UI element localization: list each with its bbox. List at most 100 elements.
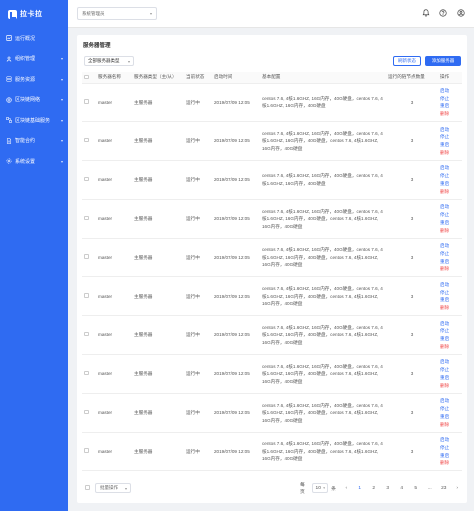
system-select[interactable]: 系统管理员 ▾ [77,7,157,20]
page-number[interactable]: 3 [383,483,393,493]
batch-operation-select[interactable]: 批量操作 ▾ [95,483,131,493]
row-checkbox[interactable] [84,293,89,298]
restart-button[interactable]: 重启 [440,258,460,266]
next-page-button[interactable]: › [453,483,462,493]
restart-button[interactable]: 重启 [440,141,460,149]
restart-button[interactable]: 重启 [440,374,460,382]
sidebar-item-org[interactable]: 组织管理 ▾ [0,49,68,70]
row-checkbox[interactable] [84,448,89,453]
page-number[interactable]: 4 [397,483,407,493]
server-name: master [96,276,132,317]
row-checkbox[interactable] [84,409,89,415]
server-type-filter[interactable]: 全部服务器类型 ▾ [84,56,134,66]
row-select-cell [82,238,96,278]
start-button[interactable]: 启动 [440,126,460,134]
prev-page-button[interactable]: ‹ [342,483,351,493]
contract-icon [6,137,12,144]
row-checkbox[interactable] [84,137,89,143]
stop-button[interactable]: 停止 [440,327,460,335]
page-number[interactable]: 2 [369,483,379,493]
row-checkbox[interactable] [84,176,89,182]
delete-button[interactable]: 删除 [440,421,460,429]
start-button[interactable]: 启动 [440,320,460,328]
node-count: 3 [386,393,438,433]
delete-button[interactable]: 删除 [440,265,460,273]
page-number[interactable]: 23 [439,483,449,493]
server-start-time: 2019/07/09 12:05 [212,315,260,356]
start-button[interactable]: 启动 [440,397,460,405]
user-icon[interactable] [456,8,466,18]
chevron-down-icon: ▾ [60,138,63,144]
settings-icon [6,158,12,164]
stop-button[interactable]: 停止 [440,211,460,219]
stop-button[interactable]: 停止 [440,405,460,413]
select-all-checkbox[interactable] [84,74,89,79]
row-actions: 启动 停止 重启 删除 [438,121,462,162]
server-name: master [96,238,132,278]
stop-button[interactable]: 停止 [440,172,460,180]
server-name: master [96,121,132,162]
row-checkbox[interactable] [84,215,89,221]
stop-button[interactable]: 停止 [440,444,460,452]
page-size-select[interactable]: 10 ▾ [311,483,329,493]
server-config: centos 7.6, 4核1.6GHZ, 16G内存，40G硬盘，centos… [260,160,386,200]
stop-button[interactable]: 停止 [440,366,460,374]
server-status: 运行中 [184,160,212,200]
stop-button[interactable]: 停止 [440,133,460,141]
server-status: 运行中 [184,238,212,278]
start-button[interactable]: 启动 [440,87,460,95]
add-server-button[interactable]: 添加服务器 [425,56,461,66]
node-count: 3 [386,199,438,239]
row-checkbox[interactable] [84,331,89,337]
start-button[interactable]: 启动 [440,358,460,366]
row-checkbox[interactable] [84,99,89,104]
sidebar-item-settings[interactable]: 系统设置 ▾ [0,151,68,172]
row-checkbox[interactable] [84,370,89,376]
stop-button[interactable]: 停止 [440,289,460,297]
chevron-down-icon: ▾ [124,486,127,491]
delete-button[interactable]: 删除 [440,382,460,390]
delete-button[interactable]: 删除 [440,343,460,351]
sidebar-item-network[interactable]: 区块链网络 ▾ [0,90,68,111]
sidebar-item-contract[interactable]: 智能合约 ▾ [0,131,68,152]
start-button[interactable]: 启动 [440,281,460,289]
page-number[interactable]: 5 [411,483,421,493]
delete-button[interactable]: 删除 [440,188,460,196]
restart-button[interactable]: 重启 [440,452,460,460]
restart-button[interactable]: 重启 [440,219,460,227]
restart-button[interactable]: 重启 [440,335,460,343]
delete-button[interactable]: 删除 [440,110,460,118]
server-status: 运行中 [184,432,212,472]
start-button[interactable]: 启动 [440,436,460,444]
sidebar-item-blockchain[interactable]: 区块链基础服务 ▾ [0,110,68,131]
stop-button[interactable]: 停止 [440,95,460,103]
restart-button[interactable]: 重启 [440,296,460,304]
org-icon [6,56,12,62]
sidebar-item-server[interactable]: 服务资源 ▾ [0,69,68,90]
footer-select-all-checkbox[interactable] [85,485,90,490]
help-icon[interactable] [438,8,448,18]
restart-button[interactable]: 重启 [440,413,460,421]
page-number[interactable]: 1 [355,483,365,493]
start-button[interactable]: 启动 [440,164,460,172]
refresh-status-button[interactable]: 刷新状态 [393,56,421,66]
server-name: master [96,315,132,356]
delete-button[interactable]: 删除 [440,227,460,235]
server-status: 运行中 [184,121,212,162]
restart-button[interactable]: 重启 [440,180,460,188]
server-config: centos 7.6, 4核1.6GHZ, 16G内存，40G硬盘，centos… [260,315,386,356]
delete-button[interactable]: 删除 [440,304,460,312]
delete-button[interactable]: 删除 [440,149,460,157]
server-status: 运行中 [184,393,212,433]
row-checkbox[interactable] [84,254,89,259]
sidebar-item-label: 运行概况 [15,35,36,42]
bell-icon[interactable] [421,8,431,18]
stop-button[interactable]: 停止 [440,250,460,258]
logo-icon [8,9,17,19]
server-start-time: 2019/07/09 12:05 [212,160,260,200]
start-button[interactable]: 启动 [440,203,460,211]
sidebar-item-dashboard[interactable]: 运行概况 [0,28,68,49]
start-button[interactable]: 启动 [440,242,460,250]
restart-button[interactable]: 重启 [440,102,460,110]
delete-button[interactable]: 删除 [440,459,460,467]
